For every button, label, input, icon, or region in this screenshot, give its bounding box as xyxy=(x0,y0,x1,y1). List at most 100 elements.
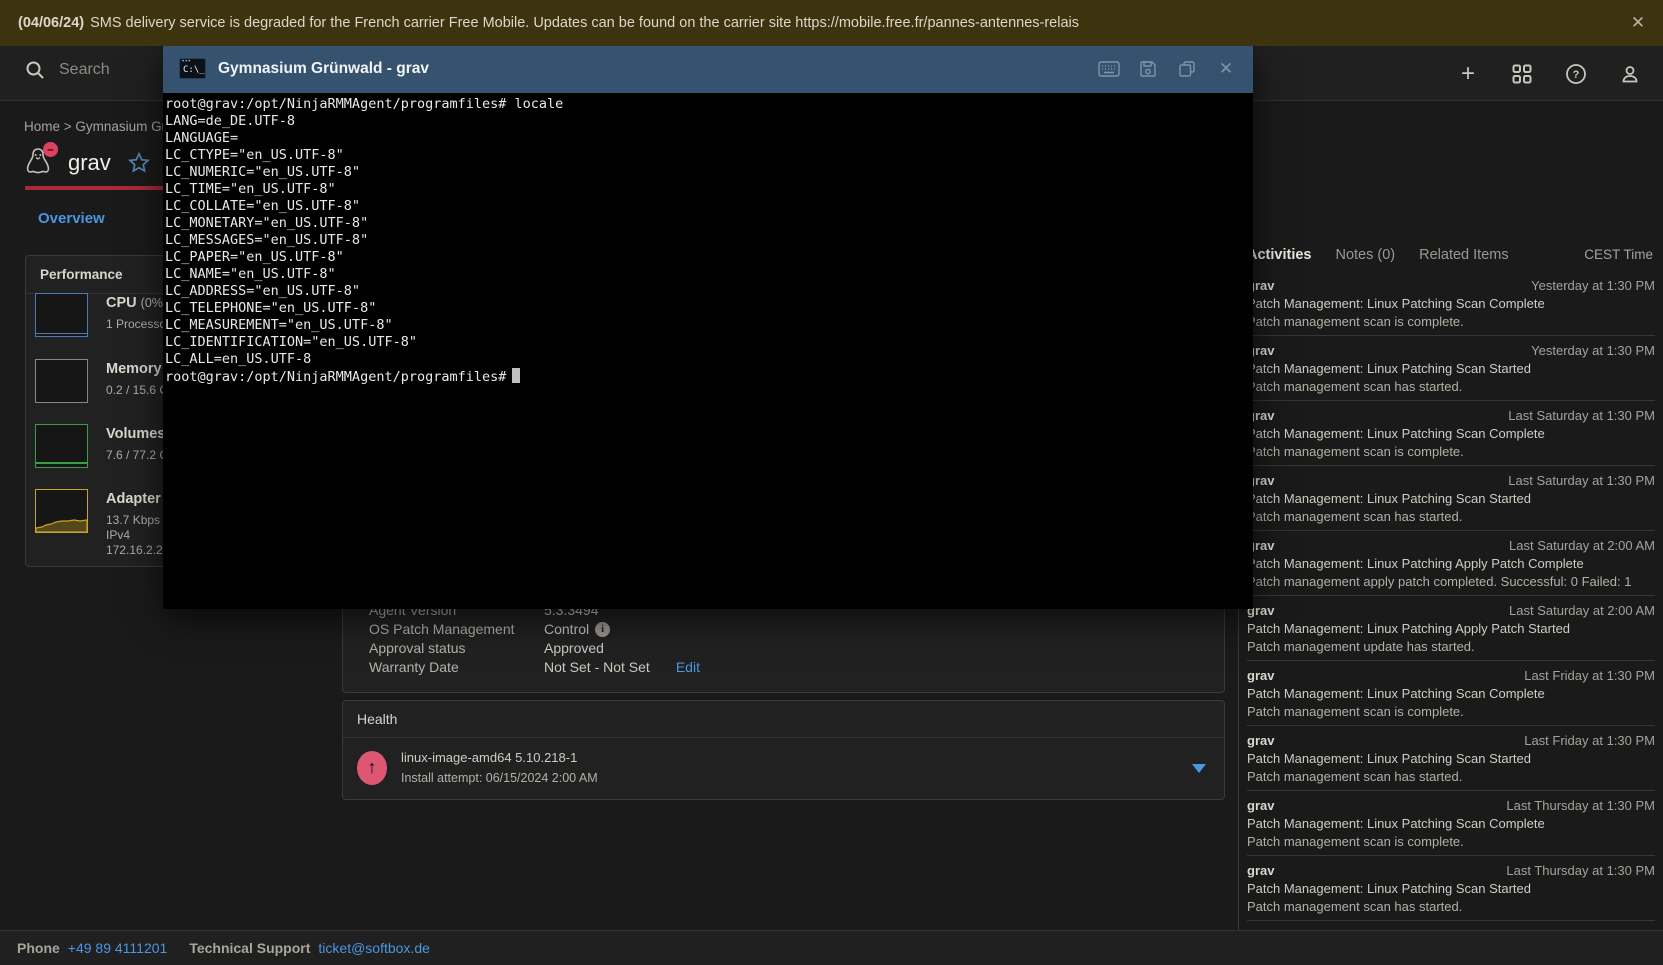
device-header: – grav xyxy=(24,146,151,180)
terminal-icon: •••C:\_ xyxy=(179,58,206,79)
health-panel: Health ↑ linux-image-amd64 5.10.218-1 In… xyxy=(342,700,1225,800)
detail-label: OS Patch Management xyxy=(369,621,544,637)
performance-item-memory[interactable]: Memory 0.2 / 15.6 GB xyxy=(35,359,177,403)
activity-description: Patch management scan is complete. xyxy=(1247,704,1655,719)
activity-entry[interactable]: gravYesterday at 1:30 PMPatch Management… xyxy=(1247,336,1655,401)
activity-entry[interactable]: gravLast Friday at 1:30 PMPatch Manageme… xyxy=(1247,726,1655,791)
support-email-link[interactable]: ticket@softbox.de xyxy=(318,940,430,956)
patch-failed-icon: ↑ xyxy=(357,751,387,785)
performance-item-adapter[interactable]: Adapter 13.7 KbpsIPv4172.16.2.2 xyxy=(35,489,163,558)
adapter-sparkline xyxy=(35,489,88,533)
memory-sparkline xyxy=(35,359,88,403)
health-item-title: linux-image-amd64 5.10.218-1 xyxy=(401,750,598,765)
activity-timestamp: Yesterday at 1:30 PM xyxy=(1531,278,1655,293)
activity-description: Patch management scan has started. xyxy=(1247,509,1655,524)
search-icon xyxy=(25,60,45,80)
terminal-titlebar[interactable]: •••C:\_ Gymnasium Grünwald - grav ✕ xyxy=(163,44,1253,93)
detail-row-warranty-date: Warranty DateNot Set - Not Set Edit xyxy=(369,659,700,675)
app-root: (04/06/24) SMS delivery service is degra… xyxy=(0,0,1663,965)
activity-timestamp: Last Friday at 1:30 PM xyxy=(1524,733,1655,748)
panel-tab-notes-0-[interactable]: Notes (0) xyxy=(1335,247,1395,263)
activity-title: Patch Management: Linux Patching Scan St… xyxy=(1247,361,1655,376)
activity-description: Patch management scan is complete. xyxy=(1247,444,1655,459)
perf-metric-name: CPU (0%) xyxy=(106,295,170,311)
activity-timestamp: Last Friday at 1:30 PM xyxy=(1524,668,1655,683)
info-icon[interactable]: i xyxy=(595,622,610,637)
edit-link[interactable]: Edit xyxy=(676,659,700,675)
volumes-sparkline xyxy=(35,424,88,468)
activity-timestamp: Last Saturday at 1:30 PM xyxy=(1508,408,1655,423)
help-icon[interactable]: ? xyxy=(1563,61,1589,87)
activity-title: Patch Management: Linux Patching Scan St… xyxy=(1247,751,1655,766)
panel-tab-related-items[interactable]: Related Items xyxy=(1419,247,1508,263)
search-input[interactable]: Search xyxy=(25,60,110,80)
terminal-cursor xyxy=(512,368,520,383)
banner-close-icon[interactable]: ✕ xyxy=(1627,12,1649,34)
expand-caret-icon[interactable] xyxy=(1192,764,1206,773)
detail-value: Approved xyxy=(544,640,604,656)
activity-entry[interactable]: gravLast Saturday at 1:30 PMPatch Manage… xyxy=(1247,401,1655,466)
activities-tabs: Activities Notes (0) Related Items CEST Tim… xyxy=(1247,247,1653,263)
timezone-label: CEST Time xyxy=(1584,247,1653,262)
activity-title: Patch Management: Linux Patching Apply P… xyxy=(1247,556,1655,571)
svg-text:?: ? xyxy=(1573,69,1580,81)
activity-title: Patch Management: Linux Patching Scan Co… xyxy=(1247,816,1655,831)
health-item-subtitle: Install attempt: 06/15/2024 2:00 AM xyxy=(401,771,598,785)
phone-link[interactable]: +49 89 4111201 xyxy=(68,940,168,956)
user-icon[interactable] xyxy=(1617,61,1643,87)
activity-entry[interactable]: gravLast Saturday at 2:00 AMPatch Manage… xyxy=(1247,596,1655,661)
terminal-close-icon[interactable]: ✕ xyxy=(1215,58,1237,80)
add-icon[interactable]: + xyxy=(1455,61,1481,87)
activity-description: Patch management scan is complete. xyxy=(1247,314,1655,329)
detail-row-approval-status: Approval statusApproved xyxy=(369,640,604,656)
activity-entry[interactable]: grav Last Thursday at 1:30 PM Patch Manage… xyxy=(1247,856,1655,921)
activity-entry[interactable]: grav Last Thursday at 1:30 PM Patch Manage… xyxy=(1247,791,1655,856)
activity-entry[interactable]: gravLast Saturday at 2:00 AMPatch Manage… xyxy=(1247,531,1655,596)
activity-title: Patch Management: Linux Patching Scan Co… xyxy=(1247,686,1655,701)
activity-timestamp: Yesterday at 1:30 PM xyxy=(1531,343,1655,358)
performance-item-cpu[interactable]: CPU (0%) 1 Processor xyxy=(35,293,170,337)
activity-title: Patch Management: Linux Patching Scan St… xyxy=(1247,491,1655,506)
performance-item-volumes[interactable]: Volumes 7.6 / 77.2 GB xyxy=(35,424,177,468)
detail-label: Warranty Date xyxy=(369,659,544,675)
activity-entry[interactable]: grav Last Friday at 1:30 PM Patch Manageme… xyxy=(1247,661,1655,726)
activity-entry[interactable]: gravLast Saturday at 1:30 PMPatch Manage… xyxy=(1247,466,1655,531)
linux-os-icon: – xyxy=(24,147,54,179)
save-icon[interactable] xyxy=(1137,58,1159,80)
perf-metric-name: Adapter xyxy=(106,491,163,507)
activity-list: grav Yesterday at 1:30 PM Patch Management… xyxy=(1247,271,1655,965)
cpu-sparkline xyxy=(35,293,88,337)
copy-icon[interactable] xyxy=(1176,58,1198,80)
alert-message: SMS delivery service is degraded for the… xyxy=(90,15,1079,31)
alert-date: (04/06/24) xyxy=(18,15,84,31)
search-placeholder: Search xyxy=(59,61,110,79)
activity-timestamp: Last Saturday at 2:00 AM xyxy=(1509,603,1655,618)
favorite-star-icon[interactable] xyxy=(127,151,151,175)
activity-title: Patch Management: Linux Patching Scan Co… xyxy=(1247,426,1655,441)
activities-panel: Activities Notes (0) Related Items CEST Tim… xyxy=(1238,101,1663,930)
activity-entry[interactable]: gravYesterday at 1:30 PMPatch Management… xyxy=(1247,271,1655,336)
detail-value: Not Set - Not Set xyxy=(544,659,650,675)
activity-timestamp: Last Thursday at 1:30 PM xyxy=(1506,863,1655,878)
virtual-keyboard-icon[interactable] xyxy=(1098,58,1120,80)
panel-tab-activities[interactable]: Activities xyxy=(1247,247,1311,263)
health-item: ↑ linux-image-amd64 5.10.218-1 Install a… xyxy=(343,738,1224,797)
terminal-output[interactable]: root@grav:/opt/NinjaRMMAgent/programfile… xyxy=(163,93,1253,609)
activity-description: Patch management scan has started. xyxy=(1247,379,1655,394)
footer-bar: Phone +49 89 4111201 Technical Support t… xyxy=(0,930,1663,965)
activity-device-name: grav xyxy=(1247,798,1274,813)
activity-description: Patch management update has started. xyxy=(1247,639,1655,654)
activity-timestamp: Last Thursday at 1:30 PM xyxy=(1506,798,1655,813)
apps-grid-icon[interactable] xyxy=(1509,61,1535,87)
health-title: Health xyxy=(343,701,1224,738)
detail-label: Approval status xyxy=(369,640,544,656)
detail-row-os-patch-management: OS Patch ManagementControli xyxy=(369,621,610,637)
tab-overview[interactable]: Overview xyxy=(38,210,105,227)
activity-title: Patch Management: Linux Patching Scan St… xyxy=(1247,881,1655,896)
activity-timestamp: Last Saturday at 2:00 AM xyxy=(1509,538,1655,553)
activity-device-name: grav xyxy=(1247,863,1274,878)
activity-device-name: grav xyxy=(1247,668,1274,683)
perf-metric-values: 1 Processor xyxy=(106,317,170,332)
activity-description: Patch management scan is complete. xyxy=(1247,834,1655,849)
alert-banner: (04/06/24) SMS delivery service is degra… xyxy=(0,0,1663,46)
